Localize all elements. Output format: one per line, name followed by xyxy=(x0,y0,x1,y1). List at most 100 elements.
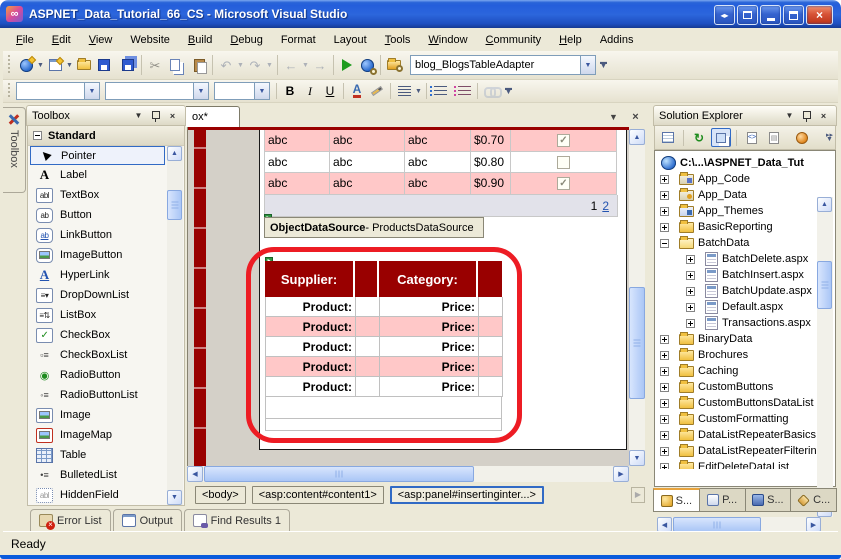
toolbar-overflow[interactable]: ▬▼ xyxy=(598,61,609,69)
input-cell[interactable] xyxy=(479,337,503,357)
save-all-button[interactable] xyxy=(118,54,138,76)
hyperlink-button[interactable] xyxy=(481,82,501,101)
toolbox-item-checkboxlist[interactable]: ▫≡CheckBoxList xyxy=(28,345,167,365)
italic-button[interactable]: I xyxy=(300,82,320,101)
font-color-button[interactable]: A xyxy=(347,82,367,101)
undo-dropdown[interactable]: ▼ xyxy=(236,54,245,76)
expand-icon[interactable] xyxy=(660,447,669,456)
scroll-left-icon[interactable]: ◀ xyxy=(187,466,203,482)
redo-button[interactable]: ↷ xyxy=(245,54,265,76)
scroll-down-icon[interactable]: ▼ xyxy=(167,490,182,505)
scroll-up-icon[interactable]: ▲ xyxy=(167,146,182,161)
toolbox-pin-button[interactable] xyxy=(148,109,163,123)
toolbox-side-tab[interactable]: Toolbox xyxy=(3,107,26,193)
tree-item-batchupdate[interactable]: BatchUpdate.aspx xyxy=(656,283,821,299)
menu-help[interactable]: Help xyxy=(550,31,591,49)
menu-format[interactable]: Format xyxy=(272,31,325,49)
input-cell[interactable] xyxy=(356,377,380,397)
tree-item-app-code[interactable]: App_Code xyxy=(656,171,821,187)
expand-icon[interactable] xyxy=(660,367,669,376)
tree-item-default[interactable]: Default.aspx xyxy=(656,299,821,315)
menu-website[interactable]: Website xyxy=(121,31,179,49)
design-vscroll-thumb[interactable] xyxy=(629,287,645,399)
properties-button[interactable] xyxy=(658,128,678,147)
toolbox-scroll-thumb[interactable] xyxy=(167,190,182,220)
input-cell[interactable] xyxy=(479,377,503,397)
objectdatasource-control[interactable]: ObjectDataSource - ProductsDataSource xyxy=(264,217,484,238)
refresh-button[interactable]: ↻ xyxy=(689,128,709,147)
navigate-forward-button[interactable]: → xyxy=(310,54,330,76)
pager-page-link[interactable]: 2 xyxy=(602,199,609,213)
toolbox-item-table[interactable]: Table xyxy=(28,445,167,465)
scroll-left-icon[interactable]: ◀ xyxy=(657,517,672,532)
copy-website-button[interactable] xyxy=(711,128,731,147)
expand-icon[interactable] xyxy=(660,431,669,440)
menu-layout[interactable]: Layout xyxy=(325,31,376,49)
toolbox-scrollbar[interactable]: ▲ ▼ xyxy=(167,146,183,505)
input-cell[interactable] xyxy=(356,357,380,377)
row-checkbox[interactable]: ✓ xyxy=(557,134,570,147)
new-website-button[interactable] xyxy=(16,54,36,76)
toolbox-close-button[interactable]: × xyxy=(165,109,180,123)
tree-item-batchdelete[interactable]: BatchDelete.aspx xyxy=(656,251,821,267)
browse-with-button[interactable] xyxy=(357,54,377,76)
design-surface[interactable]: abc abc abc $0.70 ✓ abc abc abc $0.80 ab… xyxy=(187,127,629,466)
expand-icon[interactable] xyxy=(660,335,669,344)
align-dropdown[interactable]: ▼ xyxy=(414,80,423,102)
menu-addins[interactable]: Addins xyxy=(591,31,643,49)
navigate-backward-dropdown[interactable]: ▼ xyxy=(301,54,310,76)
toolbox-item-bulletedlist[interactable]: •≡BulletedList xyxy=(28,465,167,485)
toolbox-item-pointer[interactable]: Pointer xyxy=(30,146,165,165)
toolbox-item-label-control[interactable]: ALabel xyxy=(28,165,167,185)
toolbox-menu-button[interactable]: ▼ xyxy=(131,109,146,123)
view-designer-button[interactable]: ▤ xyxy=(764,128,784,147)
solution-explorer-close-button[interactable]: × xyxy=(816,109,831,123)
font-size-dropdown[interactable]: ▼ xyxy=(254,83,269,99)
tab-solution-explorer[interactable]: S... xyxy=(653,488,700,512)
target-rule-dropdown[interactable]: ▼ xyxy=(84,83,99,99)
toolbox-item-radiobuttonlist[interactable]: ◦≡RadioButtonList xyxy=(28,385,167,405)
tree-item-customformatting[interactable]: CustomFormatting xyxy=(656,411,821,427)
toolbar-gripper[interactable] xyxy=(7,55,12,75)
undo-button[interactable]: ↶ xyxy=(216,54,236,76)
solution-toolbar-overflow[interactable]: ▸▸▼ xyxy=(824,134,835,142)
solution-explorer-menu-button[interactable]: ▼ xyxy=(782,109,797,123)
toolbox-item-image[interactable]: Image xyxy=(28,405,167,425)
expand-icon[interactable] xyxy=(686,319,695,328)
input-cell[interactable] xyxy=(356,337,380,357)
tree-item-custombuttonsdatalist[interactable]: CustomButtonsDataList xyxy=(656,395,821,411)
align-left-button[interactable] xyxy=(394,82,414,101)
expand-icon[interactable] xyxy=(660,191,669,200)
toolbox-item-listbox[interactable]: ≡⇅ListBox xyxy=(28,305,167,325)
toolbox-item-imagebutton[interactable]: ImageButton xyxy=(28,245,167,265)
toolbox-title-bar[interactable]: Toolbox ▼ × xyxy=(26,105,186,126)
expand-icon[interactable] xyxy=(660,463,669,470)
toolbox-item-radiobutton[interactable]: ◉RadioButton xyxy=(28,365,167,385)
input-cell[interactable] xyxy=(479,297,503,317)
solution-vscroll-thumb[interactable] xyxy=(817,261,832,309)
aspnet-configuration-button[interactable] xyxy=(792,128,812,147)
solution-tree[interactable]: C:\...\ASPNET_Data_Tut App_Code App_Data… xyxy=(656,152,821,469)
tree-item-transactions[interactable]: Transactions.aspx xyxy=(656,315,821,331)
expand-icon[interactable] xyxy=(660,351,669,360)
toolbox-item-hyperlink[interactable]: AHyperLink xyxy=(28,265,167,285)
toolbox-item-button[interactable]: abButton xyxy=(28,205,167,225)
tree-root-website[interactable]: C:\...\ASPNET_Data_Tut xyxy=(656,155,821,171)
new-website-dropdown[interactable]: ▼ xyxy=(36,54,45,76)
view-code-button[interactable]: <> xyxy=(742,128,762,147)
input-cell[interactable] xyxy=(356,317,380,337)
toolbox-item-checkbox[interactable]: ✓CheckBox xyxy=(28,325,167,345)
toolbox-item-linkbutton[interactable]: abLinkButton xyxy=(28,225,167,245)
tree-item-app-data[interactable]: App_Data xyxy=(656,187,821,203)
toolbar-overflow[interactable]: ▬▼ xyxy=(503,87,514,95)
tab-server-explorer[interactable]: S... xyxy=(746,488,792,512)
navigate-backward-button[interactable]: ← xyxy=(281,54,301,76)
toolbox-item-hiddenfield[interactable]: ablHiddenField xyxy=(28,485,167,505)
document-close-button[interactable]: × xyxy=(628,110,643,124)
solution-vertical-scrollbar[interactable]: ▲ ▼ xyxy=(817,197,833,517)
add-new-item-button[interactable] xyxy=(45,54,65,76)
tree-item-datalistrepeaterfiltering[interactable]: DataListRepeaterFilterin xyxy=(656,443,821,459)
document-tab[interactable]: ox* xyxy=(186,106,240,127)
tab-find-results[interactable]: Find Results 1 xyxy=(184,509,290,531)
row-checkbox[interactable]: ✓ xyxy=(557,177,570,190)
